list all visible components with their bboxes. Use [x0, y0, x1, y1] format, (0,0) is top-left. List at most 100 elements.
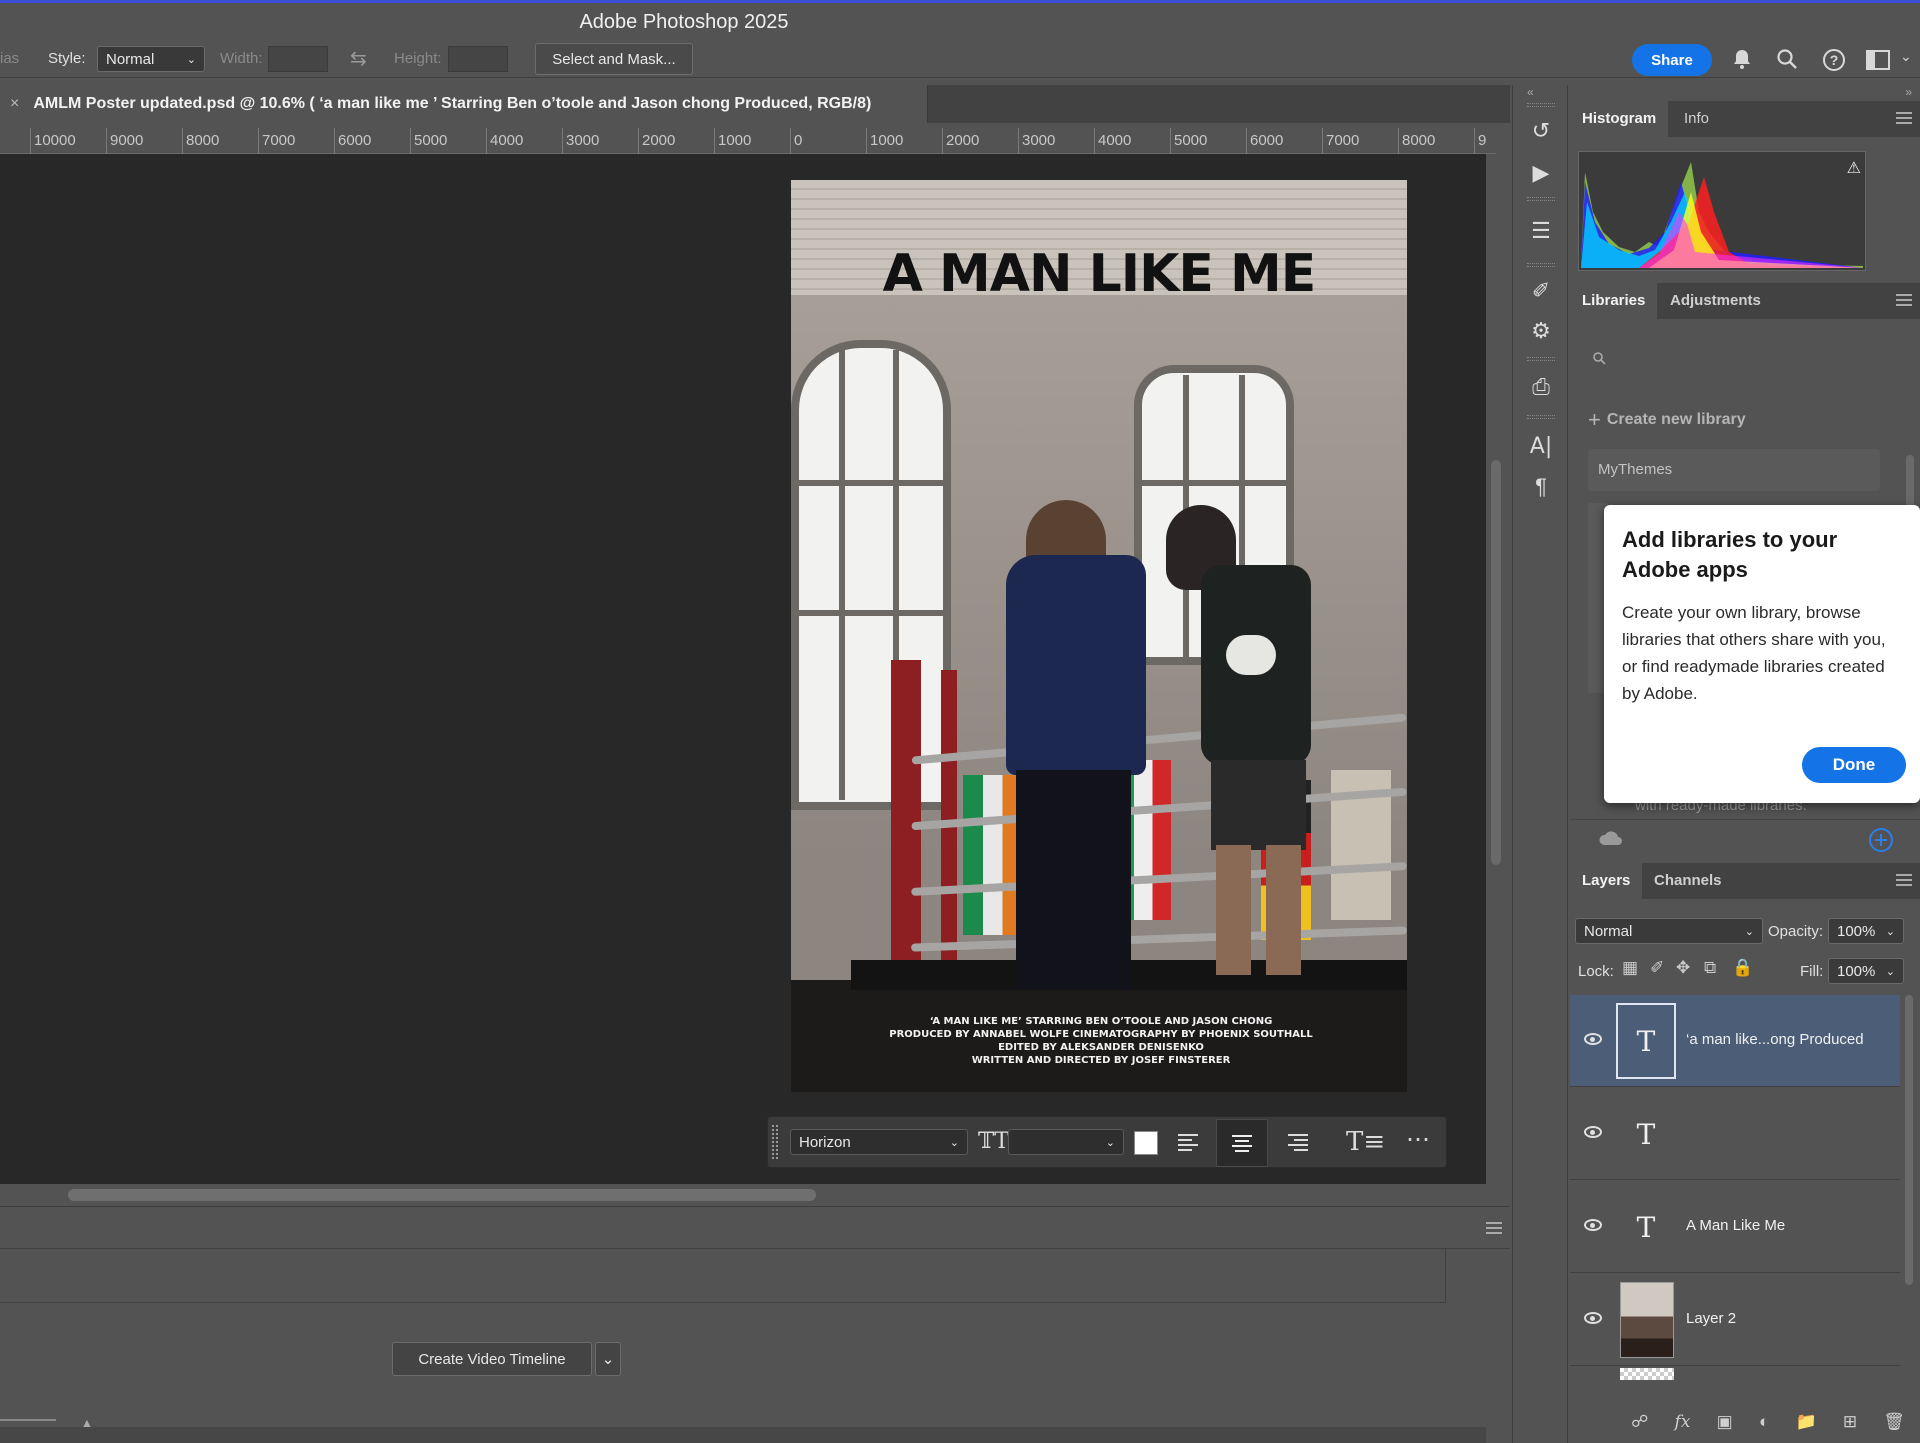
panel-grip[interactable]	[1527, 197, 1555, 201]
width-input[interactable]	[268, 46, 328, 72]
add-library-circle-icon[interactable]	[1868, 827, 1894, 853]
visibility-eye-icon[interactable]	[1584, 1312, 1602, 1324]
lock-all-icon[interactable]: 🔒	[1732, 958, 1753, 978]
ruler-tick: 6000	[334, 128, 371, 154]
tab-libraries[interactable]: Libraries	[1570, 283, 1658, 319]
layer-row[interactable]: T A Man Like Me	[1570, 1181, 1900, 1273]
brushes-icon[interactable]: ⚙	[1529, 319, 1553, 343]
more-options-icon[interactable]: ⋯	[1406, 1125, 1431, 1154]
align-center-button[interactable]	[1216, 1119, 1268, 1167]
delete-trash-icon[interactable]: 🗑	[1883, 1412, 1905, 1432]
horizontal-scroll-thumb[interactable]	[68, 1189, 816, 1201]
character-icon[interactable]: A|	[1529, 435, 1553, 459]
library-item[interactable]: MyThemes	[1588, 449, 1880, 491]
histogram-menu-icon[interactable]	[1896, 112, 1912, 124]
timeline-options-chevron-icon[interactable]: ⌄	[595, 1342, 621, 1376]
actions-play-icon[interactable]: ▶	[1529, 161, 1553, 185]
expand-icon[interactable]: »	[1905, 85, 1912, 99]
tab-info[interactable]: Info	[1672, 101, 1721, 137]
properties-sliders-icon[interactable]: ☰	[1529, 219, 1553, 243]
layer-name: Layer 2	[1686, 1310, 1737, 1327]
align-left-icon[interactable]	[1176, 1131, 1200, 1155]
tab-channels[interactable]: Channels	[1642, 863, 1734, 899]
panel-grip[interactable]	[1527, 357, 1555, 361]
close-tab-icon[interactable]: ×	[10, 95, 19, 113]
panel-grip[interactable]	[1527, 103, 1555, 107]
tab-layers[interactable]: Layers	[1570, 863, 1643, 899]
fx-icon[interactable]: fx	[1675, 1412, 1691, 1432]
add-mask-icon[interactable]: ▣	[1717, 1412, 1733, 1432]
library-search-icon[interactable]	[1592, 351, 1606, 365]
credit-line: PRODUCED BY ANNABEL WOLFE CINEMATOGRAPHY…	[889, 1029, 1313, 1040]
panel-grip[interactable]	[1527, 263, 1555, 267]
coach-body	[1006, 555, 1146, 775]
libraries-menu-icon[interactable]	[1896, 294, 1912, 306]
layer-row[interactable]: T ‘a man like...ong Produced	[1570, 995, 1900, 1087]
poster-title[interactable]: A MAN LIKE ME	[797, 244, 1401, 304]
style-select[interactable]: Normal ⌄	[97, 46, 205, 72]
visibility-eye-icon[interactable]	[1584, 1219, 1602, 1231]
clone-source-icon[interactable]: ⎙	[1529, 375, 1553, 399]
new-layer-icon[interactable]: ⊞	[1843, 1412, 1857, 1432]
boxer-shorts	[1211, 760, 1306, 850]
lock-position-move-icon[interactable]: ✥	[1676, 958, 1690, 978]
font-family-select[interactable]: Horizon ⌄	[790, 1129, 968, 1155]
vertical-scroll-thumb[interactable]	[1491, 460, 1501, 865]
text-color-swatch[interactable]	[1134, 1131, 1158, 1155]
warning-icon[interactable]: ⚠	[1847, 158, 1861, 178]
image-layer-thumbnail	[1620, 1282, 1674, 1358]
visibility-eye-icon[interactable]	[1584, 1126, 1602, 1138]
layers-scrollbar[interactable]	[1902, 995, 1916, 1380]
fill-input[interactable]: 100% ⌄	[1828, 958, 1904, 984]
drag-handle[interactable]	[772, 1125, 778, 1159]
ruler-tick: 6000	[1246, 128, 1283, 154]
workspace-chevron-icon[interactable]: ⌄	[1900, 48, 1912, 65]
text-options-icon[interactable]: T≡	[1346, 1127, 1385, 1157]
lock-pixels-brush-icon[interactable]: ✐	[1650, 958, 1664, 978]
layers-menu-icon[interactable]	[1896, 874, 1912, 886]
lock-transparent-icon[interactable]: ▦	[1622, 958, 1638, 978]
create-video-timeline-button[interactable]: Create Video Timeline	[392, 1342, 592, 1376]
select-and-mask-button[interactable]: Select and Mask...	[535, 43, 693, 75]
search-icon[interactable]	[1776, 48, 1798, 70]
opacity-input[interactable]: 100% ⌄	[1828, 918, 1904, 944]
done-button[interactable]: Done	[1802, 747, 1906, 783]
lock-label: Lock:	[1578, 963, 1614, 980]
brush-settings-icon[interactable]: ✐	[1529, 279, 1553, 303]
blend-mode-select[interactable]: Normal ⌄	[1575, 918, 1763, 944]
lock-artboard-icon[interactable]: ⧉	[1704, 958, 1716, 978]
share-button[interactable]: Share	[1632, 44, 1712, 76]
credit-line: WRITTEN AND DIRECTED BY JOSEF FINSTERER	[971, 1055, 1231, 1066]
window-mullion	[839, 350, 845, 800]
collapse-icon[interactable]: «	[1527, 85, 1534, 99]
ruler-tick: 0	[790, 128, 802, 154]
layer-row[interactable]: T	[1570, 1088, 1900, 1180]
paragraph-icon[interactable]: ¶	[1529, 475, 1553, 499]
height-input[interactable]	[448, 46, 508, 72]
poster-artwork[interactable]: A MAN LIKE ME ‘A MAN LIKE ME’ STARRING B…	[791, 180, 1407, 1092]
visibility-eye-icon[interactable]	[1584, 1033, 1602, 1045]
group-folder-icon[interactable]: 📁	[1795, 1412, 1816, 1432]
poster-window-left	[791, 340, 951, 810]
notifications-bell-icon[interactable]	[1731, 48, 1753, 70]
tab-histogram[interactable]: Histogram	[1570, 101, 1669, 137]
cloud-icon[interactable]	[1598, 830, 1624, 846]
swap-icon[interactable]: ⇆	[350, 46, 367, 71]
timeline-zoom-bar[interactable]	[0, 1419, 56, 1421]
adjustment-layer-icon[interactable]: ◐	[1759, 1412, 1769, 1432]
layer-row[interactable]: Layer 2	[1570, 1274, 1900, 1366]
timeline-menu-icon[interactable]	[1486, 1222, 1502, 1234]
create-new-library-link[interactable]: + Create new library	[1588, 407, 1746, 433]
workspace-icon[interactable]	[1866, 50, 1890, 70]
link-layers-icon[interactable]: ☍	[1631, 1412, 1648, 1432]
tab-adjustments[interactable]: Adjustments	[1658, 283, 1773, 319]
help-icon[interactable]: ?	[1822, 48, 1846, 72]
document-tab[interactable]: × AMLM Poster updated.psd @ 10.6% ( ‘a m…	[0, 85, 928, 123]
poster-credits[interactable]: ‘A MAN LIKE ME’ STARRING BEN O’TOOLE AND…	[851, 1015, 1351, 1067]
history-icon[interactable]: ↺	[1529, 119, 1553, 143]
align-right-icon[interactable]	[1286, 1131, 1310, 1155]
panel-grip[interactable]	[1527, 415, 1555, 419]
layers-scroll-thumb[interactable]	[1905, 995, 1913, 1285]
ruler-tick: 8000	[182, 128, 219, 154]
font-size-select[interactable]: ⌄	[1008, 1129, 1124, 1155]
